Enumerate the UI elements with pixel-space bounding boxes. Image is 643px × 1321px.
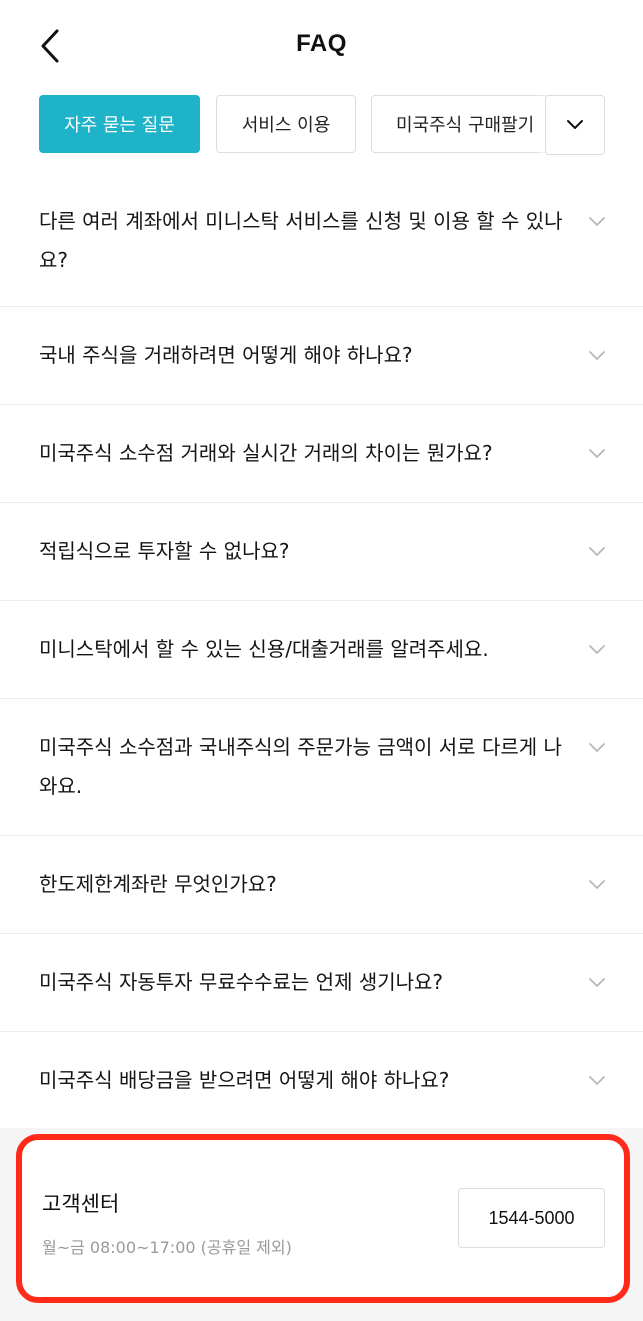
faq-item[interactable]: 한도제한계좌란 무엇인가요? (0, 836, 643, 934)
faq-question: 미국주식 소수점 거래와 실시간 거래의 차이는 뭔가요? (39, 441, 493, 465)
customer-center-card: 고객센터 월~금 08:00~17:00 (공휴일 제외) 1544-5000 (16, 1134, 630, 1303)
chevron-down-icon (589, 1076, 605, 1085)
faq-question: 국내 주식을 거래하려면 어떻게 해야 하나요? (39, 343, 413, 367)
faq-item[interactable]: 미니스탁에서 할 수 있는 신용/대출거래를 알려주세요. (0, 601, 643, 699)
chevron-down-icon (589, 547, 605, 556)
faq-list: 다른 여러 계좌에서 미니스탁 서비스를 신청 및 이용 할 수 있나요? 국내… (0, 172, 643, 1130)
faq-item[interactable]: 미국주식 소수점 거래와 실시간 거래의 차이는 뭔가요? (0, 405, 643, 503)
faq-question: 다른 여러 계좌에서 미니스탁 서비스를 신청 및 이용 할 수 있나요? (39, 209, 563, 272)
faq-question: 미니스탁에서 할 수 있는 신용/대출거래를 알려주세요. (39, 637, 489, 661)
tab-service-usage[interactable]: 서비스 이용 (216, 95, 356, 153)
faq-question: 미국주식 소수점과 국내주식의 주문가능 금액이 서로 다르게 나와요. (39, 735, 562, 798)
faq-question: 적립식으로 투자할 수 없나요? (39, 539, 290, 563)
chevron-down-icon (589, 449, 605, 458)
faq-question: 미국주식 자동투자 무료수수료는 언제 생기나요? (39, 970, 444, 994)
faq-item[interactable]: 미국주식 자동투자 무료수수료는 언제 생기나요? (0, 934, 643, 1032)
faq-question: 미국주식 배당금을 받으려면 어떻게 해야 하나요? (39, 1068, 450, 1092)
chevron-down-icon (589, 978, 605, 987)
customer-center-hours: 월~금 08:00~17:00 (공휴일 제외) (42, 1238, 292, 1257)
customer-center-title: 고객센터 (42, 1192, 120, 1216)
faq-question: 한도제한계좌란 무엇인가요? (39, 872, 277, 896)
faq-item[interactable]: 미국주식 소수점과 국내주식의 주문가능 금액이 서로 다르게 나와요. (0, 699, 643, 836)
faq-item[interactable]: 미국주식 배당금을 받으려면 어떻게 해야 하나요? (0, 1032, 643, 1130)
header: FAQ (0, 0, 643, 95)
faq-item[interactable]: 적립식으로 투자할 수 없나요? (0, 503, 643, 601)
chevron-down-icon (589, 743, 605, 752)
chevron-down-icon (589, 880, 605, 889)
more-categories-button[interactable] (545, 95, 605, 155)
category-tabs: 자주 묻는 질문 서비스 이용 미국주식 구매팔기 (0, 95, 643, 155)
chevron-down-icon (589, 217, 605, 226)
chevron-down-icon (567, 120, 583, 129)
tab-faq[interactable]: 자주 묻는 질문 (39, 95, 200, 153)
page-title: FAQ (296, 30, 347, 57)
chevron-down-icon (589, 351, 605, 360)
faq-item[interactable]: 다른 여러 계좌에서 미니스탁 서비스를 신청 및 이용 할 수 있나요? (0, 172, 643, 307)
tab-us-stock-trading[interactable]: 미국주식 구매팔기 (371, 95, 561, 153)
call-button[interactable]: 1544-5000 (458, 1188, 605, 1248)
faq-item[interactable]: 국내 주식을 거래하려면 어떻게 해야 하나요? (0, 307, 643, 405)
chevron-down-icon (589, 645, 605, 654)
